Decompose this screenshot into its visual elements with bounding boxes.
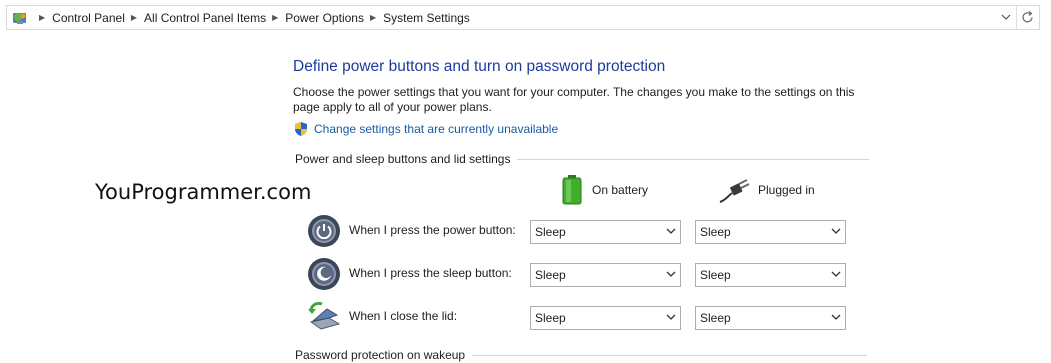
- breadcrumb-separator-icon[interactable]: ▶: [272, 13, 278, 22]
- uac-shield-icon: [295, 122, 307, 136]
- section-title: Password protection on wakeup: [295, 348, 466, 362]
- power-button-plugged-select[interactable]: Sleep: [695, 220, 846, 244]
- chevron-down-icon: [666, 314, 676, 320]
- close-lid-battery-select[interactable]: Sleep: [530, 306, 681, 330]
- breadcrumb-system-settings[interactable]: System Settings: [383, 11, 470, 25]
- select-value: Sleep: [700, 268, 731, 282]
- sleep-button-plugged-select[interactable]: Sleep: [695, 263, 846, 287]
- column-header-plugged: Plugged in: [718, 174, 815, 206]
- breadcrumb-all-items[interactable]: All Control Panel Items: [144, 11, 266, 25]
- select-value: Sleep: [535, 311, 566, 325]
- close-lid-label: When I close the lid:: [349, 309, 458, 323]
- column-battery-label: On battery: [592, 183, 649, 197]
- sleep-button-battery-select[interactable]: Sleep: [530, 263, 681, 287]
- select-value: Sleep: [535, 268, 566, 282]
- password-section-header: Password protection on wakeup: [295, 347, 868, 363]
- column-plugged-label: Plugged in: [758, 183, 815, 197]
- page-title: Define power buttons and turn on passwor…: [293, 58, 666, 75]
- chevron-down-icon: [831, 271, 841, 277]
- battery-icon: [562, 175, 582, 205]
- column-header-battery: On battery: [560, 174, 648, 206]
- breadcrumb: ▶ Control Panel ▶ All Control Panel Item…: [33, 6, 470, 29]
- breadcrumb-power-options[interactable]: Power Options: [285, 11, 364, 25]
- sleep-button-label: When I press the sleep button:: [349, 266, 512, 280]
- section-divider: [517, 158, 870, 160]
- select-value: Sleep: [700, 225, 731, 239]
- chevron-down-icon: [666, 228, 676, 234]
- control-panel-icon: [13, 13, 26, 24]
- page-description: Choose the power settings that you want …: [293, 85, 855, 114]
- power-button-icon: [308, 215, 340, 247]
- refresh-icon[interactable]: [1017, 6, 1039, 29]
- change-settings-link-text[interactable]: Change settings that are currently unava…: [314, 122, 558, 136]
- chevron-down-icon: [831, 314, 841, 320]
- address-bar[interactable]: ▶ Control Panel ▶ All Control Panel Item…: [6, 5, 1040, 30]
- sleep-button-icon: [308, 258, 340, 290]
- power-plug-icon: [719, 179, 750, 203]
- chevron-down-icon: [666, 271, 676, 277]
- section-title: Power and sleep buttons and lid settings: [295, 152, 511, 166]
- breadcrumb-control-panel[interactable]: Control Panel: [52, 11, 125, 25]
- laptop-lid-icon: [308, 301, 341, 330]
- section-divider: [472, 354, 868, 356]
- chevron-down-icon[interactable]: [996, 6, 1016, 29]
- watermark-text: YouProgrammer.com: [95, 180, 312, 204]
- power-sleep-section-header: Power and sleep buttons and lid settings: [295, 151, 870, 167]
- chevron-down-icon: [831, 228, 841, 234]
- breadcrumb-separator-icon[interactable]: ▶: [39, 13, 45, 22]
- close-lid-plugged-select[interactable]: Sleep: [695, 306, 846, 330]
- select-value: Sleep: [700, 311, 731, 325]
- breadcrumb-separator-icon[interactable]: ▶: [370, 13, 376, 22]
- power-button-battery-select[interactable]: Sleep: [530, 220, 681, 244]
- change-settings-link[interactable]: Change settings that are currently unava…: [293, 121, 558, 137]
- select-value: Sleep: [535, 225, 566, 239]
- power-button-label: When I press the power button:: [349, 223, 516, 237]
- breadcrumb-separator-icon[interactable]: ▶: [131, 13, 137, 22]
